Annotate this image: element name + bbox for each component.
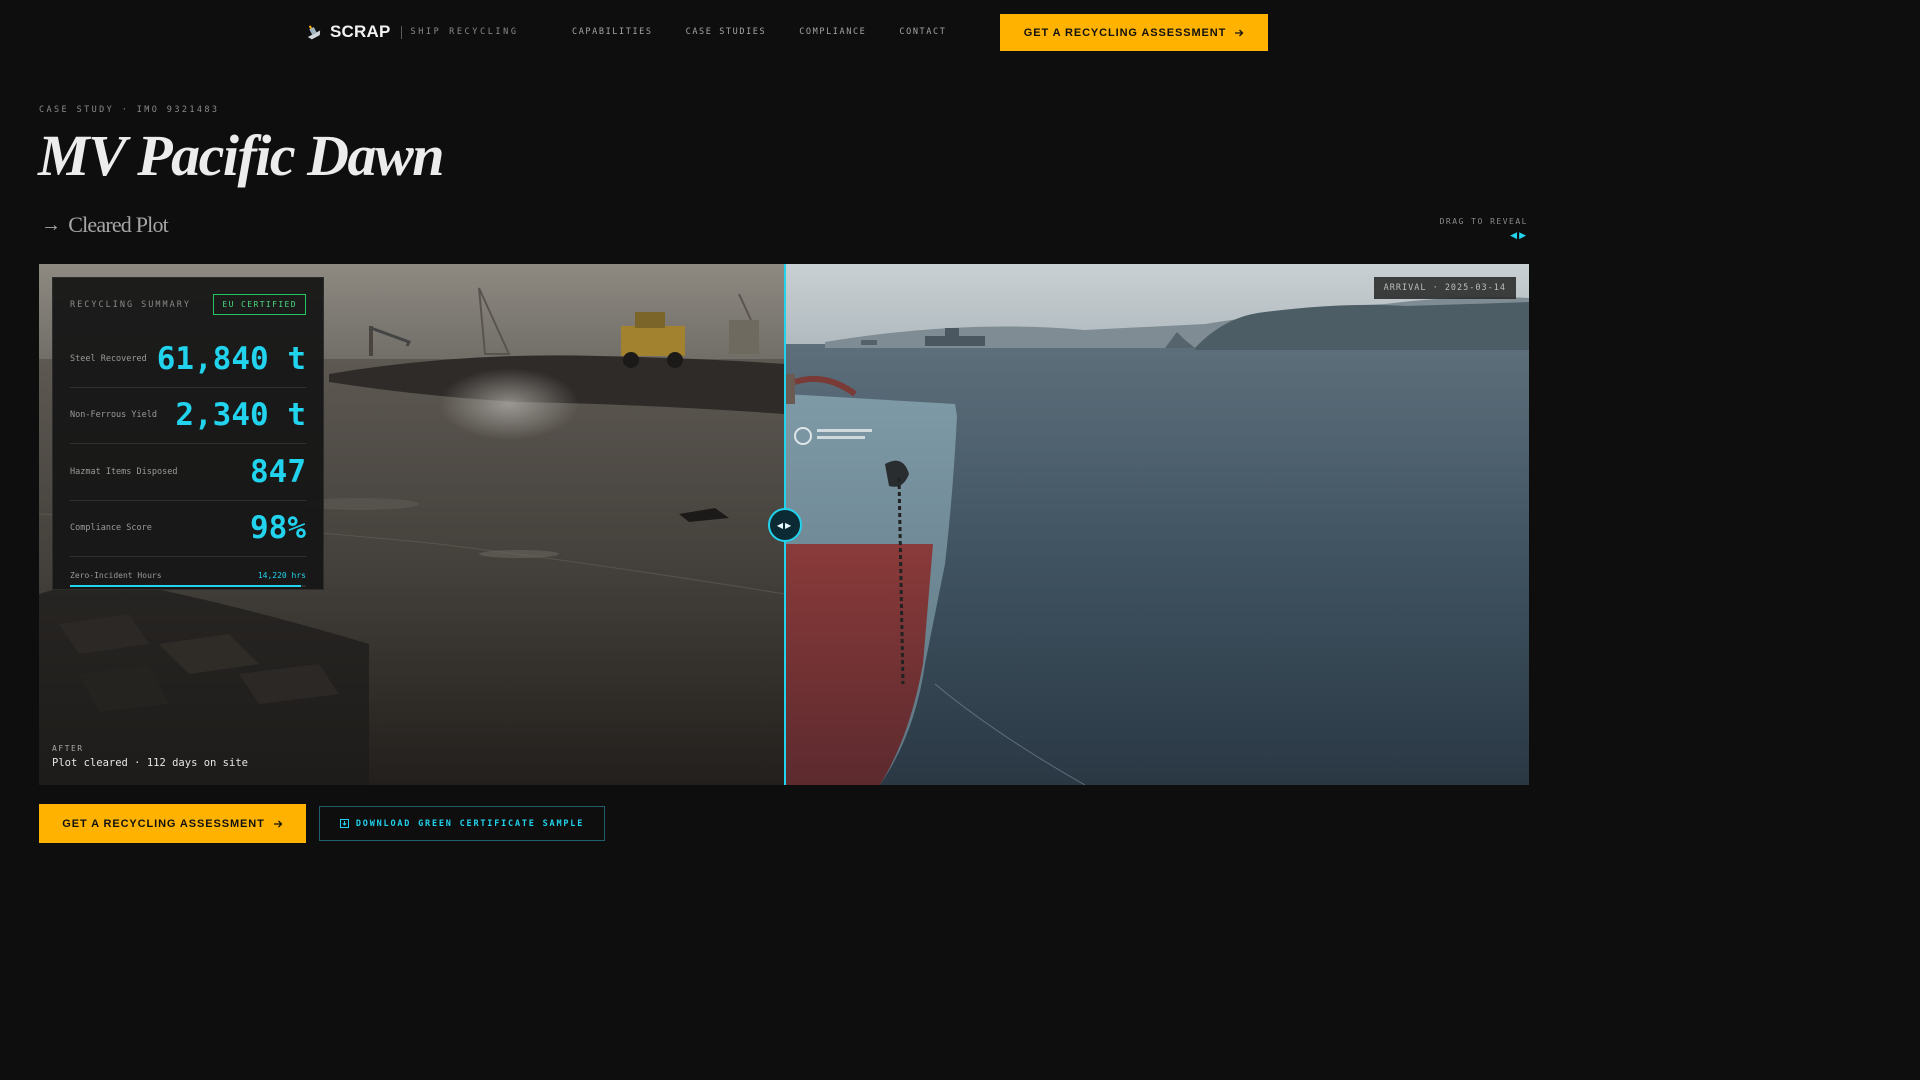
arrival-tag: ARRIVAL · 2025-03-14 (1373, 277, 1516, 299)
left-right-arrows-icon: ◀▶ (1510, 230, 1528, 240)
stat-compliance-score: Compliance Score 98% (70, 501, 306, 557)
stat-non-ferrous-yield: Non-Ferrous Yield 2,340 t (70, 388, 306, 444)
download-certificate-button[interactable]: DOWNLOAD GREEN CERTIFICATE SAMPLE (319, 806, 605, 841)
top-nav: SCRAP SHIP RECYCLING CAPABILITIES CASE S… (0, 0, 1568, 64)
after-caption-text: Plot cleared · 112 days on site (52, 757, 248, 769)
nav-links: CAPABILITIES CASE STUDIES COMPLIANCE CON… (572, 27, 979, 37)
state-label-text: Cleared Plot (68, 212, 169, 237)
arrow-right-icon: → (41, 213, 61, 236)
nav-link-capabilities[interactable]: CAPABILITIES (572, 27, 653, 37)
zero-incident-progress-fill (70, 585, 302, 587)
drag-hint: DRAG TO REVEAL ◀▶ (1440, 217, 1528, 241)
eu-certified-badge: EU CERTIFIED (213, 294, 306, 315)
arrow-right-icon (273, 820, 283, 827)
download-icon (339, 819, 349, 828)
nav-link-compliance[interactable]: COMPLIANCE (799, 27, 866, 37)
logo[interactable]: SCRAP SHIP RECYCLING (303, 22, 519, 42)
summary-title: RECYCLING SUMMARY (70, 299, 191, 310)
nav-assessment-label: GET A RECYCLING ASSESSMENT (1023, 26, 1227, 39)
logo-divider (400, 25, 402, 39)
nav-link-contact[interactable]: CONTACT (899, 27, 946, 37)
zero-incident-hours: Zero-Incident Hours 14,220 hrs (70, 557, 306, 587)
get-assessment-button[interactable]: GET A RECYCLING ASSESSMENT (39, 804, 306, 843)
stat-label: Compliance Score (70, 523, 152, 534)
summary-header: RECYCLING SUMMARY EU CERTIFIED (70, 278, 306, 331)
stat-value: 61,840 t (156, 340, 306, 377)
get-assessment-label: GET A RECYCLING ASSESSMENT (62, 817, 265, 830)
zero-incident-progress-track (70, 585, 306, 587)
nav-assessment-button[interactable]: GET A RECYCLING ASSESSMENT (1000, 14, 1268, 51)
case-study-eyebrow: CASE STUDY · IMO 9321483 (39, 105, 220, 115)
zero-incident-row: Zero-Incident Hours 14,220 hrs (70, 571, 306, 580)
logo-subtitle: SHIP RECYCLING (410, 27, 519, 37)
before-image (785, 264, 1529, 785)
drag-hint-label: DRAG TO REVEAL (1439, 217, 1528, 226)
stat-steel-recovered: Steel Recovered 61,840 t (70, 331, 306, 388)
stat-label: Hazmat Items Disposed (70, 466, 178, 477)
compare-state-label: → Cleared Plot (41, 212, 169, 238)
left-right-arrows-icon: ◀▶ (776, 520, 794, 530)
stat-value: 98% (250, 510, 306, 547)
stat-hazmat-disposed: Hazmat Items Disposed 847 (70, 444, 306, 501)
compare-drag-handle[interactable]: ◀▶ (768, 508, 802, 542)
zero-incident-label: Zero-Incident Hours (70, 571, 162, 580)
nav-link-case-studies[interactable]: CASE STUDIES (686, 27, 767, 37)
stat-label: Steel Recovered (70, 353, 147, 364)
zero-incident-value: 14,220 hrs (257, 571, 306, 580)
arrow-right-icon (1235, 29, 1244, 36)
stat-value: 847 (250, 453, 306, 490)
download-certificate-label: DOWNLOAD GREEN CERTIFICATE SAMPLE (355, 818, 585, 829)
recycling-summary-panel: RECYCLING SUMMARY EU CERTIFIED Steel Rec… (52, 277, 324, 590)
stat-label: Non-Ferrous Yield (70, 410, 157, 421)
logo-text: SCRAP (330, 22, 391, 41)
after-tag: AFTER (52, 744, 84, 753)
page-title: MV Pacific Dawn (38, 123, 445, 188)
after-caption: AFTER Plot cleared · 112 days on site (52, 744, 248, 769)
stat-value: 2,340 t (175, 397, 306, 434)
ship-icon (307, 25, 321, 40)
